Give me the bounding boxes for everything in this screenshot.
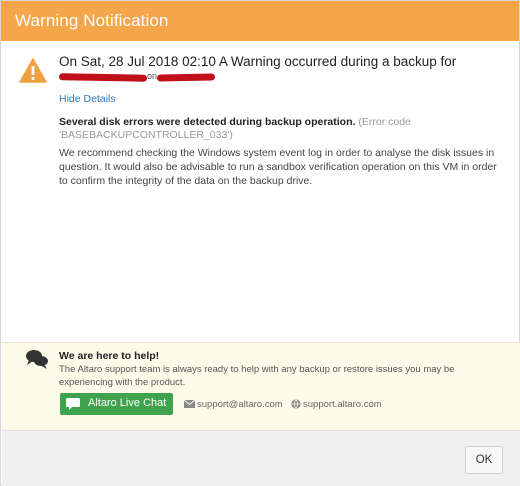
- ok-button[interactable]: OK: [465, 446, 503, 474]
- chat-bubbles-icon: [26, 350, 48, 369]
- redacted-vm-name: on: [58, 71, 229, 84]
- live-chat-button[interactable]: Altaro Live Chat: [60, 393, 173, 415]
- warning-dialog: Warning Notification On Sat, 28 Jul 2018…: [0, 0, 520, 486]
- recommendation-text: We recommend checking the Windows system…: [59, 147, 497, 187]
- support-panel: We are here to help! The Altaro support …: [2, 342, 520, 430]
- warning-triangle-icon: [19, 58, 47, 83]
- live-chat-label: Altaro Live Chat: [88, 397, 167, 409]
- redaction-mark: [156, 73, 216, 82]
- help-title: We are here to help!: [59, 350, 160, 362]
- chat-icon: [66, 398, 80, 410]
- redacted-connector: on: [147, 71, 158, 81]
- error-title: Several disk errors were detected during…: [59, 116, 356, 128]
- redaction-mark: [58, 73, 148, 82]
- warning-headline: On Sat, 28 Jul 2018 02:10 A Warning occu…: [59, 54, 457, 69]
- hide-details-link[interactable]: Hide Details: [59, 93, 116, 105]
- title-bar: Warning Notification: [1, 1, 519, 41]
- help-text: The Altaro support team is always ready …: [59, 364, 455, 388]
- dialog-footer: OK: [2, 430, 520, 486]
- envelope-icon: [184, 400, 195, 408]
- dialog-title: Warning Notification: [15, 11, 169, 30]
- globe-icon: [291, 399, 301, 409]
- support-website-link[interactable]: support.altaro.com: [303, 399, 382, 410]
- support-email-link[interactable]: support@altaro.com: [197, 399, 283, 410]
- error-summary: Several disk errors were detected during…: [59, 116, 499, 142]
